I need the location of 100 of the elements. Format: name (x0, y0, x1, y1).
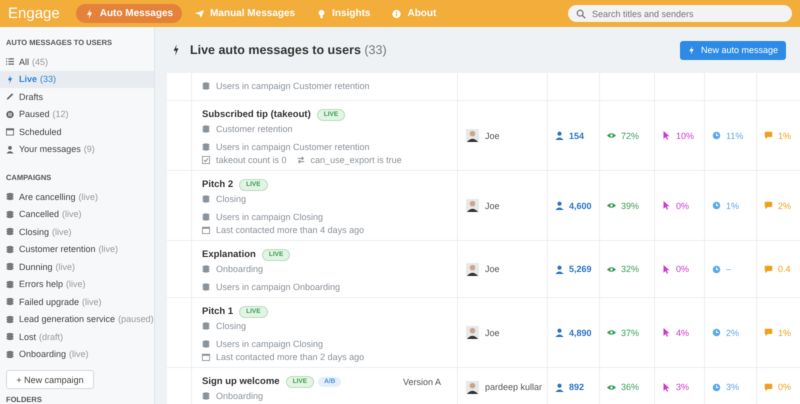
campaign-item[interactable]: Closing (live) (0, 223, 154, 240)
version-label: Version A (402, 376, 441, 386)
speech-bubble-icon (764, 131, 773, 140)
stack-icon (202, 82, 210, 90)
message-title[interactable]: Sign up welcome (202, 376, 280, 387)
campaign-item[interactable]: Are cancelling (live) (0, 188, 154, 206)
campaign-item[interactable]: Failed upgrade (live) (0, 293, 154, 310)
condition-text: Users in campaign Closing (216, 212, 324, 222)
avatar-icon (466, 262, 479, 276)
sidebar-item[interactable]: Paused (12) (0, 106, 154, 123)
info-icon (392, 8, 402, 18)
avatar-icon (466, 326, 479, 339)
sidebar-item[interactable]: Scheduled (0, 123, 154, 140)
stack-icon (6, 350, 14, 359)
stack-icon (6, 192, 14, 202)
eye-icon (607, 382, 616, 392)
message-title[interactable]: Pitch 2 (202, 179, 234, 190)
stat-value: 4,600 (569, 200, 592, 210)
eye-icon (607, 264, 616, 274)
stat-value: 0% (676, 200, 690, 210)
stack-icon (202, 124, 210, 132)
message-title[interactable]: Subscribed tip (takeout) (202, 109, 311, 120)
condition-text: Last contacted more than 4 days ago (216, 224, 364, 234)
stack-icon (6, 244, 14, 254)
stack-icon (202, 392, 210, 400)
stat-value: 37% (621, 328, 640, 338)
stat-value: 0% (676, 264, 690, 274)
checkbox-icon (202, 156, 210, 164)
stat-value: 2% (778, 200, 792, 210)
pause-icon (6, 110, 14, 119)
stack-icon (202, 212, 210, 220)
stack-icon (202, 282, 210, 290)
stack-icon (6, 297, 14, 306)
pencil-icon (6, 92, 14, 102)
campaign-item[interactable]: Customer retention (live) (0, 240, 154, 258)
new-auto-message-button[interactable]: New auto message (680, 40, 786, 60)
stat-value: 32% (621, 264, 640, 274)
message-title[interactable]: Pitch 1 (202, 306, 234, 317)
cursor-icon (662, 264, 671, 274)
stat-value: 2% (726, 328, 740, 338)
cursor-icon (662, 201, 671, 210)
campaign-item[interactable]: Errors help (live) (0, 276, 154, 293)
sidebar-item[interactable]: Drafts (0, 88, 154, 106)
stat-value: 1% (778, 130, 792, 140)
condition-text: Last contacted more than 2 days ago (216, 352, 364, 362)
calendar-icon (202, 226, 210, 234)
stack-icon (202, 322, 210, 330)
person-icon (555, 328, 564, 337)
stack-icon (6, 314, 14, 324)
person-icon (555, 131, 564, 140)
message-title[interactable]: Explanation (202, 249, 256, 260)
stat-value: 1% (726, 200, 740, 210)
campaign-item[interactable]: Lost (draft) (0, 328, 154, 346)
cursor-icon (662, 382, 671, 392)
author-name: Joe (485, 130, 500, 140)
author-name: Joe (485, 200, 500, 210)
calendar-icon (6, 127, 14, 136)
author-name: Joe (485, 264, 500, 274)
search-field[interactable]: Search titles and senders (568, 5, 792, 22)
sidebar-item[interactable]: Your messages (9) (0, 140, 154, 158)
speech-bubble-icon (764, 382, 773, 392)
person-icon (555, 382, 564, 392)
page-title: Live auto messages to users (33) (190, 43, 387, 57)
cursor-icon (662, 328, 671, 337)
campaign-item[interactable]: Dunning (live) (0, 258, 154, 276)
stack-icon (202, 142, 210, 150)
campaign-item[interactable]: Lead generation service (paused) (0, 310, 154, 328)
person-icon (555, 264, 564, 274)
app-logo: Engage (8, 5, 60, 22)
condition-text: Users in campaign Customer retention (216, 142, 370, 152)
lightbulb-icon (317, 8, 326, 18)
stack-icon (202, 194, 210, 202)
stack-icon (6, 280, 14, 289)
stat-value: 10% (676, 130, 694, 140)
campaign-name: Onboarding (216, 264, 264, 274)
bolt-icon (6, 74, 14, 84)
campaign-name: Onboarding (216, 390, 264, 400)
author-name: Joe (485, 328, 500, 338)
stat-value: – (726, 264, 732, 274)
stat-value: 5,269 (569, 264, 592, 274)
list-icon (6, 57, 14, 66)
condition-text: Users in campaign Onboarding (216, 282, 340, 292)
stack-icon (6, 227, 14, 236)
stat-value: 36% (621, 382, 640, 392)
avatar-icon (466, 199, 479, 212)
bolt-icon (84, 8, 94, 18)
stat-value: 4% (676, 328, 690, 338)
campaign-item[interactable]: Onboarding (live) (0, 346, 154, 363)
eye-icon (607, 131, 616, 140)
stat-value: 3% (726, 382, 740, 392)
campaign-name: Customer retention (216, 124, 293, 134)
condition-text: can_use_export is true (310, 154, 402, 164)
speech-bubble-icon (764, 201, 773, 210)
cursor-icon (662, 131, 671, 140)
sidebar-item[interactable]: All (45) (0, 53, 154, 70)
new-campaign-button[interactable]: + New campaign (6, 370, 94, 389)
stack-icon (6, 210, 14, 219)
stat-value: 0.4 (778, 264, 791, 274)
condition-text: Users in campaign Customer retention (216, 80, 370, 90)
campaign-item[interactable]: Cancelled (live) (0, 206, 154, 223)
